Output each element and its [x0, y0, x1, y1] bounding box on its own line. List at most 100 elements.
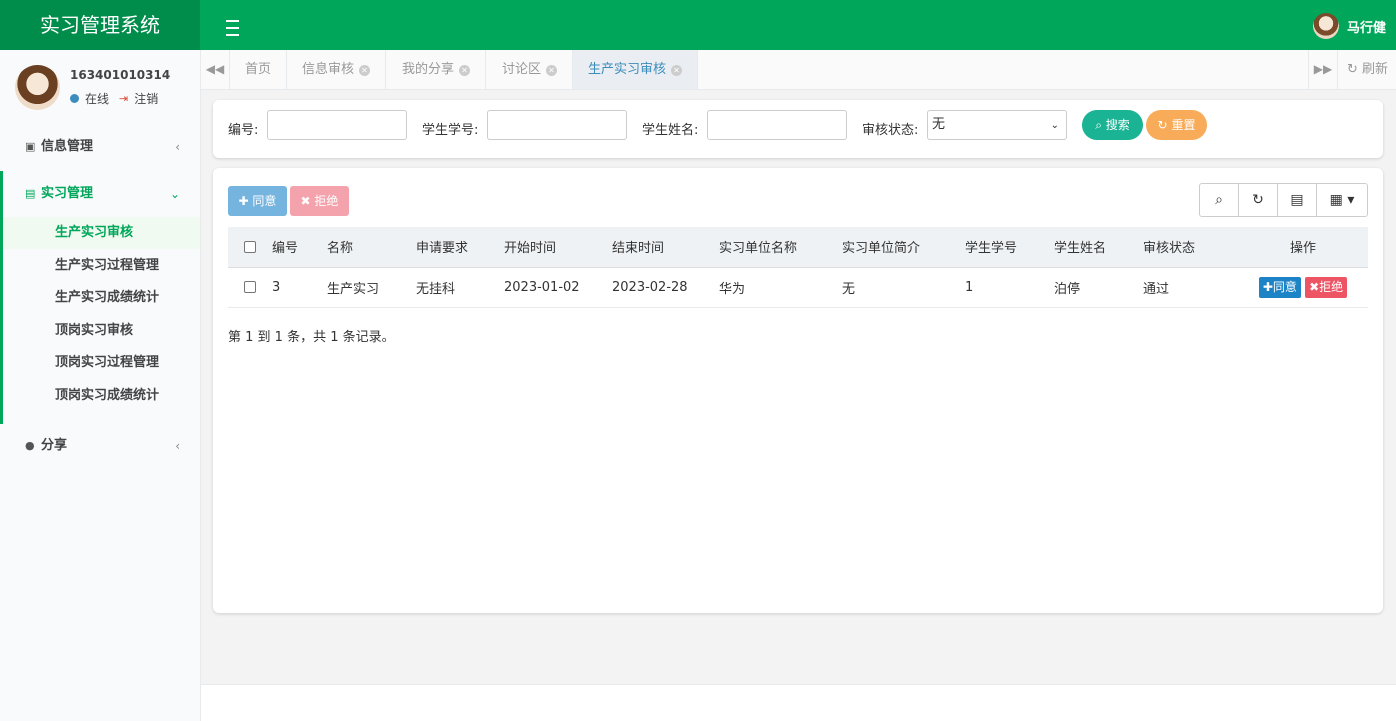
review-status-select[interactable]: 无 ⌄	[927, 110, 1067, 140]
search-button-label: 搜索	[1105, 118, 1130, 132]
sidebar-item-label: 信息管理	[41, 139, 94, 154]
chevron-left-icon: ‹	[175, 140, 180, 154]
cell-id: 3	[272, 267, 327, 308]
sidebar-item-internship-management[interactable]: ▤ 实习管理 ⌄	[0, 174, 200, 214]
tab-label: 讨论区	[502, 62, 542, 77]
sidebar-subitem-placement-grades[interactable]: 顶岗实习成绩统计	[3, 380, 200, 412]
reject-label: 拒绝	[314, 194, 339, 208]
column-header[interactable]: 实习单位名称	[719, 227, 842, 268]
sidebar: 163401010314 在线 ⇥ 注销 ▣ 信息管理 ‹ ▤ 实习管理 ⌄ 生产实…	[0, 50, 201, 721]
sidebar-subitem-placement-review[interactable]: 顶岗实习审核	[3, 315, 200, 347]
pagination-summary: 第 1 到 1 条，共 1 条记录。	[228, 330, 395, 345]
tab-my-share[interactable]: 我的分享 ✕	[387, 50, 487, 89]
header-user-name: 马行健	[1346, 20, 1386, 36]
close-icon[interactable]: ✕	[459, 65, 471, 76]
reject-button[interactable]: ✖ 拒绝	[290, 186, 349, 216]
avatar	[15, 65, 60, 110]
sidebar-subitem-placement-process[interactable]: 顶岗实习过程管理	[3, 347, 200, 379]
cell-requirement: 无挂科	[416, 267, 504, 308]
sidebar-item-info-management[interactable]: ▣ 信息管理 ‹	[0, 127, 200, 167]
student-name-label: 学生姓名:	[642, 123, 699, 138]
search-icon[interactable]: ⌕	[1200, 184, 1239, 216]
main-content: 编号: 学生学号: 学生姓名: 审核状态: 无 ⌄ ⌕ 搜索 ↻ 重置 ✚ 同意…	[201, 90, 1396, 684]
reset-button[interactable]: ↻ 重置	[1146, 110, 1207, 140]
approve-label: 同意	[252, 194, 277, 208]
id-label: 编号:	[228, 123, 259, 138]
column-header[interactable]: 名称	[327, 227, 416, 268]
student-no-input[interactable]	[487, 110, 627, 140]
refresh-icon[interactable]: ↻	[1239, 184, 1278, 216]
data-table: 编号 名称 申请要求 开始时间 结束时间 实习单位名称 实习单位简介 学生学号 …	[228, 227, 1368, 308]
review-status-value: 无	[932, 117, 946, 132]
tabs-backward-icon[interactable]: ◀◀	[201, 50, 230, 89]
column-header[interactable]: 审核状态	[1143, 227, 1238, 268]
cell-review-status: 通过	[1143, 267, 1238, 308]
tab-label: 我的分享	[402, 62, 455, 77]
student-name-input[interactable]	[707, 110, 847, 140]
logout-icon[interactable]: ⇥	[119, 92, 128, 105]
column-header[interactable]: 学生学号	[965, 227, 1054, 268]
close-icon[interactable]: ✕	[359, 65, 371, 76]
row-approve-label: 同意	[1272, 279, 1297, 294]
tab-production-review[interactable]: 生产实习审核 ✕	[573, 50, 699, 89]
row-checkbox[interactable]	[244, 281, 256, 293]
column-header[interactable]: 结束时间	[612, 227, 719, 268]
tabs-bar: ◀◀ 首页 信息审核 ✕ 我的分享 ✕ 讨论区 ✕ 生产实习审核 ✕ ▶▶ ↻ 刷新	[201, 50, 1396, 90]
table-row[interactable]: 3 生产实习 无挂科 2023-01-02 2023-02-28 华为 无 1 …	[228, 267, 1368, 308]
tab-label: 信息审核	[302, 62, 355, 77]
tab-home[interactable]: 首页	[230, 50, 288, 89]
sidebar-subitem-production-review[interactable]: 生产实习审核	[3, 217, 200, 249]
sidebar-item-share[interactable]: ● 分享 ‹	[0, 426, 200, 466]
id-card-icon: ▣	[25, 140, 36, 153]
student-no-label: 学生学号:	[422, 123, 479, 138]
online-status: 在线	[85, 92, 110, 106]
online-status-icon	[70, 94, 79, 103]
cell-company-name: 华为	[719, 267, 842, 308]
toggle-view-icon[interactable]: ▤	[1278, 184, 1317, 216]
chevron-down-icon: ⌄	[1050, 120, 1059, 131]
column-header[interactable]: 开始时间	[504, 227, 612, 268]
chevron-down-icon: ⌄	[169, 187, 180, 201]
logout-link[interactable]: 注销	[134, 90, 158, 107]
cell-student-no: 1	[965, 267, 1054, 308]
reset-button-label: 重置	[1171, 118, 1196, 132]
table-toolbar: ⌕ ↻ ▤ ▦ ▾	[1199, 183, 1368, 217]
column-header[interactable]: 申请要求	[416, 227, 504, 268]
close-icon[interactable]: ✕	[671, 65, 683, 76]
cell-end-date: 2023-02-28	[612, 267, 719, 308]
column-header[interactable]: 学生姓名	[1054, 227, 1143, 268]
sidebar-item-label: 实习管理	[41, 186, 94, 201]
column-header[interactable]: 编号	[272, 227, 327, 268]
user-id: 163401010314	[70, 68, 171, 82]
column-header[interactable]: 实习单位简介	[842, 227, 965, 268]
tabs-forward-icon[interactable]: ▶▶	[1308, 50, 1338, 89]
footer	[201, 684, 1396, 721]
chevron-left-icon: ‹	[175, 439, 180, 453]
user-menu[interactable]: 马行健	[1312, 13, 1386, 39]
search-button[interactable]: ⌕ 搜索	[1082, 110, 1143, 140]
close-icon[interactable]: ✕	[546, 65, 558, 76]
columns-icon[interactable]: ▦ ▾	[1317, 184, 1367, 216]
menu-toggle-icon[interactable]	[222, 13, 244, 37]
refresh-button[interactable]: ↻ 刷新	[1347, 50, 1388, 89]
row-approve-button[interactable]: ✚同意	[1258, 276, 1301, 298]
sidebar-subitem-production-grades[interactable]: 生产实习成绩统计	[3, 282, 200, 314]
search-icon: ⌕	[1095, 118, 1102, 132]
tab-label: 生产实习审核	[588, 62, 667, 77]
sidebar-subitem-production-process[interactable]: 生产实习过程管理	[3, 250, 200, 282]
review-status-label: 审核状态:	[862, 123, 919, 138]
row-reject-label: 拒绝	[1319, 279, 1344, 294]
refresh-icon: ↻	[1157, 118, 1168, 132]
tab-discussion[interactable]: 讨论区 ✕	[487, 50, 574, 89]
top-navbar: 实习管理系统 马行健	[0, 0, 1396, 50]
cell-company-intro: 无	[842, 267, 965, 308]
tab-info-review[interactable]: 信息审核 ✕	[287, 50, 387, 89]
cell-name: 生产实习	[327, 267, 416, 308]
row-reject-button[interactable]: ✖拒绝	[1305, 276, 1348, 298]
approve-button[interactable]: ✚ 同意	[228, 186, 287, 216]
id-input[interactable]	[267, 110, 407, 140]
select-all-checkbox[interactable]	[244, 240, 256, 253]
search-form: 编号: 学生学号: 学生姓名: 审核状态: 无 ⌄ ⌕ 搜索 ↻ 重置	[213, 100, 1383, 158]
tab-label: 首页	[245, 62, 272, 77]
user-panel: 163401010314 在线 ⇥ 注销	[15, 65, 195, 111]
